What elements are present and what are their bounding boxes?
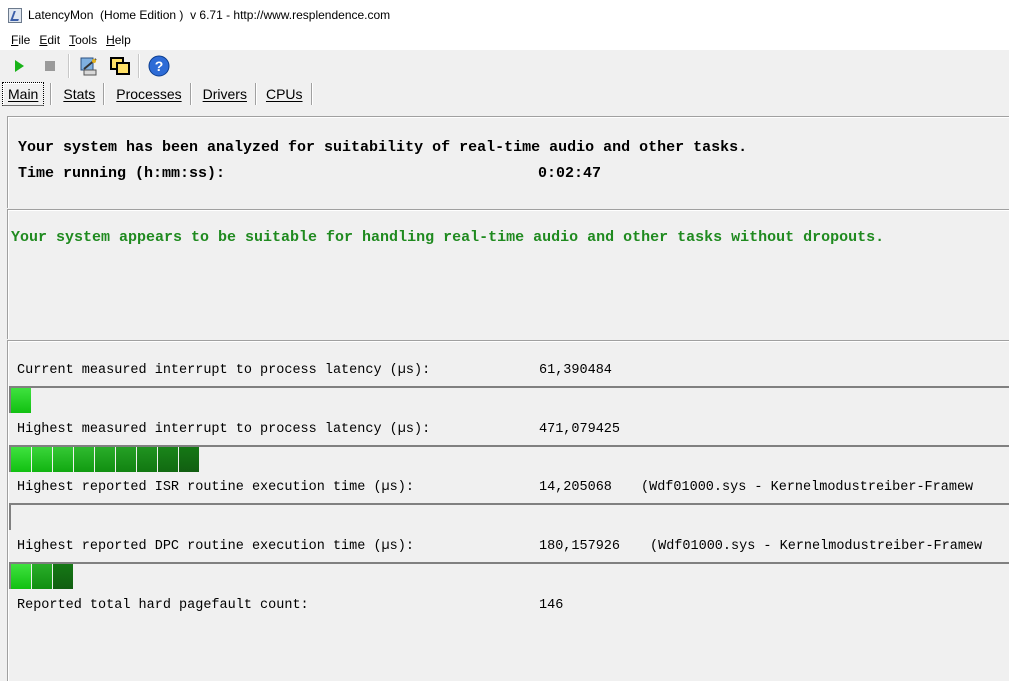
meter-segment — [32, 447, 52, 472]
play-icon — [15, 60, 24, 72]
dpc-value: 180,157926 — [539, 539, 621, 554]
highest-latency-value: 471,079425 — [539, 422, 621, 437]
meter-segment — [95, 447, 115, 472]
menu-bar: File Edit Tools Help — [0, 30, 1009, 50]
current-latency-meter — [9, 386, 1009, 413]
pagefault-value: 146 — [539, 598, 564, 613]
current-latency-label: Current measured interrupt to process la… — [17, 363, 431, 378]
meter-segment — [179, 447, 199, 472]
time-running-label: Time running (h:mm:ss): — [18, 165, 226, 182]
meter-segment — [74, 447, 94, 472]
highest-latency-meter — [9, 445, 1009, 472]
summary-panel: Your system has been analyzed for suitab… — [7, 116, 1009, 208]
windows-icon — [110, 57, 130, 75]
tab-main[interactable]: Main — [2, 81, 45, 106]
tab-drivers[interactable]: Drivers — [195, 83, 255, 105]
measure-icon — [80, 57, 97, 76]
meter-segment — [116, 447, 136, 472]
meter-segment — [11, 388, 31, 413]
menu-help[interactable]: Help — [106, 33, 131, 47]
svg-text:?: ? — [155, 58, 164, 74]
dpc-meter — [9, 562, 1009, 589]
toolbar-separator — [68, 54, 70, 78]
tab-cpus[interactable]: CPUs — [258, 83, 311, 105]
pagefault-label: Reported total hard pagefault count: — [17, 598, 309, 613]
toolbar: ? — [0, 51, 1009, 81]
help-button[interactable]: ? — [147, 54, 171, 78]
isr-meter — [9, 503, 1009, 530]
tab-stats[interactable]: Stats — [55, 83, 103, 105]
tab-bar: Main Stats Processes Drivers CPUs — [0, 81, 1009, 106]
highest-latency-meter-fill — [11, 447, 200, 472]
help-icon: ? — [148, 55, 170, 77]
meter-segment — [53, 447, 73, 472]
menu-tools[interactable]: Tools — [69, 33, 97, 47]
analysis-statement: Your system has been analyzed for suitab… — [18, 139, 748, 156]
verdict-text: Your system appears to be suitable for h… — [11, 229, 885, 246]
tab-separator — [189, 82, 192, 105]
isr-label: Highest reported ISR routine execution t… — [17, 480, 414, 495]
toolbar-separator — [138, 54, 140, 78]
app-icon — [8, 7, 22, 23]
time-running-value: 0:02:47 — [538, 165, 602, 182]
meter-segment — [11, 447, 31, 472]
isr-value: 14,205068 — [539, 480, 612, 495]
metrics-panel: Current measured interrupt to process la… — [7, 340, 1009, 681]
menu-file[interactable]: File — [11, 33, 30, 47]
stop-icon — [45, 61, 55, 71]
meter-segment — [32, 564, 52, 589]
tab-separator — [50, 82, 53, 105]
latencymon-window: LatencyMon (Home Edition ) v 6.71 - http… — [0, 0, 1009, 681]
isr-driver: (Wdf01000.sys - Kernelmodustreiber-Frame… — [641, 480, 974, 495]
dpc-meter-fill — [11, 564, 74, 589]
dpc-label: Highest reported DPC routine execution t… — [17, 539, 414, 554]
highest-latency-label: Highest measured interrupt to process la… — [17, 422, 431, 437]
start-button[interactable] — [7, 54, 31, 78]
current-latency-value: 61,390484 — [539, 363, 612, 378]
windows-button[interactable] — [108, 54, 132, 78]
window-title: LatencyMon (Home Edition ) v 6.71 - http… — [28, 8, 391, 22]
title-bar: LatencyMon (Home Edition ) v 6.71 - http… — [0, 0, 1009, 30]
dpc-driver: (Wdf01000.sys - Kernelmodustreiber-Frame… — [650, 539, 983, 554]
tab-separator — [310, 82, 313, 105]
verdict-panel: Your system appears to be suitable for h… — [7, 209, 1009, 339]
measure-button[interactable] — [77, 54, 101, 78]
menu-edit[interactable]: Edit — [39, 33, 60, 47]
meter-segment — [53, 564, 73, 589]
tab-processes[interactable]: Processes — [108, 83, 189, 105]
tab-separator — [103, 82, 106, 105]
tab-separator — [254, 82, 257, 105]
stop-button[interactable] — [38, 54, 62, 78]
meter-segment — [11, 564, 31, 589]
current-latency-meter-fill — [11, 388, 32, 413]
meter-segment — [158, 447, 178, 472]
meter-segment — [137, 447, 157, 472]
